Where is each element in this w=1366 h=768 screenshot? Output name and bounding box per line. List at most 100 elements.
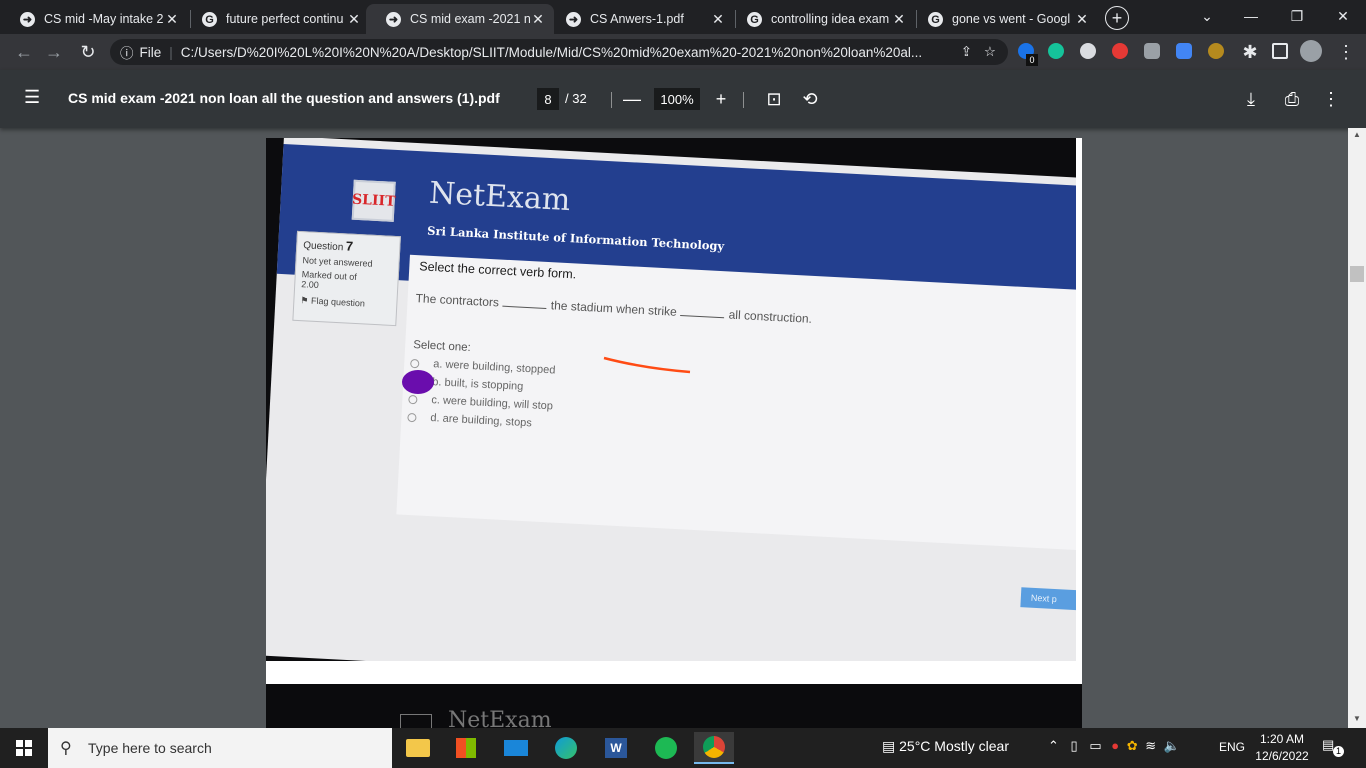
mail-icon[interactable]	[496, 732, 536, 764]
blank-1	[502, 305, 547, 309]
file-explorer-icon[interactable]	[398, 732, 438, 764]
microsoft-store-icon[interactable]	[446, 732, 486, 764]
clock-time: 1:20 AM	[1259, 732, 1305, 746]
battery-icon[interactable]: ▭	[1089, 738, 1101, 753]
tab-search-chevron-icon[interactable]: ⌄	[1184, 0, 1230, 32]
tray-app-colorful-icon[interactable]: ✿	[1127, 738, 1138, 753]
restore-button[interactable]: ❐	[1274, 0, 1320, 32]
close-icon[interactable]: ✕	[891, 11, 907, 28]
zoom-out-icon[interactable]: —	[621, 88, 643, 110]
toolbar-divider	[743, 92, 744, 108]
tab-label: future perfect continu	[226, 12, 344, 26]
pdf-toolbar: ☰ CS mid exam -2021 non loan all the que…	[0, 70, 1366, 128]
close-icon[interactable]: ✕	[164, 11, 180, 28]
institute-name: Sri Lanka Institute of Information Techn…	[426, 223, 725, 254]
close-icon[interactable]: ✕	[710, 11, 726, 28]
scrollbar-thumb[interactable]	[1350, 266, 1364, 282]
rotate-icon[interactable]: ⟲	[799, 88, 821, 110]
address-separator: |	[169, 44, 173, 60]
side-panel-icon[interactable]	[1272, 43, 1288, 59]
weather-widget[interactable]: ▤ 25°C Mostly clear	[882, 738, 1009, 755]
download-icon[interactable]: ⤓	[1240, 88, 1262, 110]
netexam-brand-partial: NetExam	[448, 708, 552, 728]
red-underline-annotation	[603, 356, 691, 374]
zoom-in-icon[interactable]: +	[710, 88, 732, 110]
extension-4-icon[interactable]	[1208, 43, 1224, 59]
vertical-scrollbar[interactable]	[1348, 128, 1366, 728]
flag-icon: ⚑	[300, 295, 312, 306]
clock-date: 12/6/2022	[1255, 749, 1309, 763]
address-bar[interactable]: ⓘ File | C:/Users/D%20I%20L%20I%20N%20A/…	[110, 39, 1008, 65]
back-arrow-icon[interactable]: ←	[12, 40, 36, 64]
scroll-down-arrow-icon[interactable]: ▼	[1350, 714, 1364, 726]
tab-controlling-idea[interactable]: G controlling idea exam ✕	[727, 4, 915, 34]
extension-badge: 0	[1026, 54, 1038, 66]
usb-icon[interactable]: ▯	[1071, 738, 1078, 753]
windows-logo-icon	[16, 740, 32, 756]
taskbar-search-box[interactable]: Type here to search	[48, 728, 392, 768]
adblock-icon[interactable]	[1112, 43, 1128, 59]
print-icon[interactable]: ⎙	[1281, 88, 1303, 110]
tab-cs-mid-exam-active[interactable]: ➜ CS mid exam -2021 n ✕	[366, 4, 554, 34]
page-total: / 32	[565, 91, 587, 106]
hamburger-menu-icon[interactable]: ☰	[24, 88, 42, 107]
chrome-icon[interactable]	[694, 732, 734, 764]
search-icon: ⚲	[60, 740, 72, 757]
notification-center-button[interactable]: ▤ 1	[1322, 737, 1344, 759]
question-label: Question	[302, 240, 344, 254]
extension-icon: ➜	[20, 12, 35, 27]
word-icon[interactable]: W	[596, 732, 636, 764]
translate-icon[interactable]	[1176, 43, 1192, 59]
tab-label: CS Anwers-1.pdf	[590, 12, 684, 26]
tab-gone-vs-went[interactable]: G gone vs went - Googl ✕	[908, 4, 1098, 34]
new-tab-button[interactable]: +	[1105, 6, 1129, 30]
volume-icon[interactable]: 🔈	[1164, 738, 1180, 753]
tab-cs-answers[interactable]: ➜ CS Anwers-1.pdf ✕	[546, 4, 734, 34]
close-icon[interactable]: ✕	[346, 11, 362, 28]
pdf-more-icon[interactable]: ⋮	[1320, 88, 1342, 110]
weather-text: 25°C Mostly clear	[899, 738, 1009, 754]
close-icon[interactable]: ✕	[1074, 11, 1090, 28]
zoom-level-input[interactable]: 100%	[654, 88, 700, 110]
scroll-up-arrow-icon[interactable]: ▲	[1350, 130, 1364, 142]
reload-icon[interactable]: ↻	[76, 40, 100, 64]
radio-button[interactable]	[407, 412, 417, 422]
close-icon[interactable]: ✕	[530, 11, 546, 28]
grammarly-icon[interactable]	[1048, 43, 1064, 59]
flag-label: Flag question	[310, 295, 366, 309]
blank-2	[680, 315, 725, 319]
edge-icon[interactable]	[546, 732, 586, 764]
radio-button[interactable]	[410, 358, 420, 368]
tray-app-red-icon[interactable]: ●	[1111, 738, 1119, 753]
fit-page-icon[interactable]: ⊡	[763, 88, 785, 110]
more-menu-icon[interactable]: ⋮	[1334, 40, 1358, 64]
minimize-button[interactable]: —	[1228, 0, 1274, 32]
spotify-icon[interactable]	[646, 732, 686, 764]
google-icon: G	[928, 12, 943, 27]
extension-2-icon[interactable]	[1080, 43, 1096, 59]
next-page-button: Next p	[1020, 587, 1076, 611]
extension-3-icon[interactable]	[1144, 43, 1160, 59]
bookmark-star-icon[interactable]: ☆	[984, 44, 996, 60]
tab-label: CS mid exam -2021 n	[410, 12, 530, 26]
question-status: Not yet answered	[302, 255, 373, 269]
forward-arrow-icon[interactable]: →	[42, 40, 66, 64]
tab-cs-mid-may[interactable]: ➜ CS mid -May intake 20 ✕	[0, 4, 188, 34]
purple-highlight-mark	[402, 370, 434, 394]
puzzle-icon[interactable]: ✱	[1238, 40, 1262, 64]
page-number-input[interactable]: 8	[537, 88, 559, 110]
share-icon[interactable]: ⇪	[961, 44, 972, 60]
flag-question-link[interactable]: ⚑ Flag question	[300, 295, 390, 311]
chevron-up-icon[interactable]: ⌃	[1048, 738, 1059, 753]
clock[interactable]: 1:20 AM 12/6/2022	[1252, 731, 1312, 765]
netexam-brand: NetExam	[428, 175, 572, 219]
tab-strip: ➜ CS mid -May intake 20 ✕ G future perfe…	[0, 0, 1366, 34]
language-indicator[interactable]: ENG	[1219, 740, 1245, 754]
profile-avatar[interactable]	[1300, 40, 1322, 62]
tab-future-perfect[interactable]: G future perfect continu ✕	[182, 4, 370, 34]
close-window-button[interactable]: ✕	[1320, 0, 1366, 32]
info-icon[interactable]: ⓘ	[120, 42, 134, 62]
start-button[interactable]	[0, 728, 48, 768]
radio-button[interactable]	[408, 394, 418, 404]
wifi-icon[interactable]: ≋	[1145, 738, 1156, 753]
